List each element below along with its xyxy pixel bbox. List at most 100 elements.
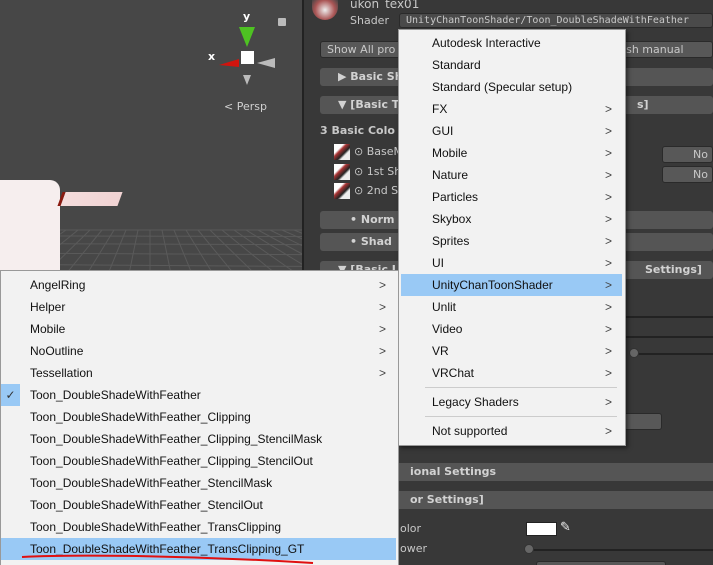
submenu-item[interactable]: Toon_DoubleShadeWithFeather_TransClippin… (1, 516, 396, 538)
unitychantoonshader-submenu: AngelRing > Helper > Mobile > NoOutline > Tessel… (0, 270, 399, 565)
submenu-item-label: Toon_DoubleShadeWithFeather_StencilOut (30, 498, 263, 512)
gizmo-x-label: x (208, 50, 216, 63)
chevron-right-icon: > (604, 344, 612, 358)
menu-item[interactable]: Nature > (401, 164, 622, 186)
menu-item[interactable]: Unlit > (401, 296, 622, 318)
inspector-button[interactable] (536, 561, 666, 565)
submenu-item[interactable]: Toon_DoubleShadeWithFeather_StencilMask (1, 472, 396, 494)
menu-separator (425, 387, 617, 388)
section-label-end: Settings] (645, 263, 702, 276)
color-label: olor (400, 522, 422, 535)
submenu-item[interactable]: Toon_DoubleShadeWithFeather_Clipping_Ste… (1, 450, 396, 472)
checkmark-icon: ✓ (1, 384, 20, 406)
menu-item[interactable]: FX > (401, 98, 622, 120)
base-map-label: ⊙ BaseM (354, 145, 403, 158)
chevron-right-icon: > (378, 300, 386, 314)
slider-track[interactable] (624, 336, 713, 338)
section-label: • Norm (350, 213, 395, 226)
menu-item[interactable]: UI > (401, 252, 622, 274)
section-label: • Shad (350, 235, 392, 248)
orientation-gizmo[interactable] (205, 15, 285, 85)
slider-knob[interactable] (629, 348, 639, 358)
submenu-item[interactable]: Helper > (1, 296, 396, 318)
gizmo-center[interactable] (241, 51, 254, 64)
base-map-thumbnail[interactable] (334, 144, 350, 160)
first-shade-thumbnail[interactable] (334, 164, 350, 180)
neg-x-axis-cone[interactable] (257, 58, 275, 68)
menu-item[interactable]: Standard (Specular setup) (401, 76, 622, 98)
basic-colors-label: 3 Basic Colo (320, 124, 395, 137)
menu-item-label: Nature (432, 168, 469, 182)
chevron-right-icon: > (378, 278, 386, 292)
chevron-right-icon: > (378, 322, 386, 336)
projection-toggle[interactable]: < Persp (224, 100, 267, 113)
eyedropper-icon[interactable]: ✎ (560, 520, 571, 535)
inspector-button[interactable] (622, 413, 662, 430)
chevron-right-icon: > (604, 234, 612, 248)
chevron-right-icon: > (604, 102, 612, 116)
menu-item[interactable]: Video > (401, 318, 622, 340)
menu-item-label: VRChat (432, 366, 475, 380)
menu-item[interactable]: Skybox > (401, 208, 622, 230)
menu-item[interactable]: UnityChanToonShader > (401, 274, 622, 296)
menu-item-not-supported[interactable]: Not supported > (401, 420, 622, 442)
menu-item[interactable]: VR > (401, 340, 622, 362)
chevron-right-icon: > (604, 256, 612, 270)
submenu-item[interactable]: Mobile > (1, 318, 396, 340)
menu-item[interactable]: GUI > (401, 120, 622, 142)
shader-dropdown-menu: Autodesk Interactive Standard Standard (Sp… (398, 29, 626, 446)
color-swatch[interactable] (526, 522, 557, 536)
slider-track[interactable] (634, 353, 713, 355)
menu-item-label: Legacy Shaders (432, 395, 519, 409)
menu-item[interactable]: VRChat > (401, 362, 622, 384)
submenu-item[interactable]: NoOutline > (1, 340, 396, 362)
chevron-right-icon: > (604, 395, 612, 409)
power-label: ower (400, 542, 428, 555)
submenu-item[interactable]: ✓ Toon_DoubleShadeWithFeather (1, 384, 396, 406)
menu-item-label: UI (432, 256, 444, 270)
submenu-item[interactable]: Toon_DoubleShadeWithFeather_Clipping (1, 406, 396, 428)
material-preview-avatar (312, 0, 338, 20)
x-axis-cone[interactable] (219, 59, 239, 67)
submenu-item-label: Tessellation (30, 366, 93, 380)
neg-y-axis-cone[interactable] (243, 75, 251, 85)
menu-item[interactable]: Particles > (401, 186, 622, 208)
menu-item-label: Not supported (432, 424, 508, 438)
chevron-right-icon: > (604, 168, 612, 182)
menu-item[interactable]: Autodesk Interactive (401, 32, 622, 54)
character-hand (57, 192, 123, 206)
submenu-item-label: Toon_DoubleShadeWithFeather_StencilMask (30, 476, 273, 490)
chevron-right-icon: > (604, 124, 612, 138)
menu-item-label: Sprites (432, 234, 470, 248)
menu-item-legacy[interactable]: Legacy Shaders > (401, 391, 622, 413)
power-slider-knob[interactable] (524, 544, 534, 554)
menu-item-label: Standard (432, 58, 481, 72)
power-slider-track[interactable] (529, 549, 713, 551)
shader-dropdown[interactable]: UnityChanToonShader/Toon_DoubleShadeWith… (399, 13, 713, 28)
menu-item[interactable]: Mobile > (401, 142, 622, 164)
slider-track[interactable] (624, 316, 713, 318)
menu-item-label: Unlit (432, 300, 457, 314)
menu-item-label: Standard (Specular setup) (432, 80, 573, 94)
english-manual-button[interactable]: lish manual (613, 41, 713, 58)
submenu-item[interactable]: Toon_DoubleShadeWithFeather_Clipping_Ste… (1, 428, 396, 450)
menu-item-label: Particles (432, 190, 479, 204)
no-sel-button-1[interactable]: No S (662, 146, 713, 163)
submenu-item[interactable]: AngelRing > (1, 274, 396, 296)
second-shade-thumbnail[interactable] (334, 183, 350, 199)
submenu-item[interactable]: Toon_DoubleShadeWithFeather_StencilOut (1, 494, 396, 516)
menu-item-label: FX (432, 102, 448, 116)
submenu-item-label: Toon_DoubleShadeWithFeather_Clipping_Ste… (30, 454, 313, 468)
submenu-item-label: Toon_DoubleShadeWithFeather (30, 388, 201, 402)
menu-item[interactable]: Standard (401, 54, 622, 76)
menu-item[interactable]: Sprites > (401, 230, 622, 252)
shader-label: Shader (350, 14, 389, 27)
label-text: 1st Sh (366, 165, 402, 178)
menu-item-label: Autodesk Interactive (432, 36, 541, 50)
submenu-item-label: Toon_DoubleShadeWithFeather_Clipping_Ste… (30, 432, 323, 446)
y-axis-cone[interactable] (239, 27, 255, 47)
no-sel-button-2[interactable]: No S (662, 166, 713, 183)
submenu-item[interactable]: Tessellation > (1, 362, 396, 384)
character-body (0, 180, 60, 280)
menu-item-label: VR (432, 344, 449, 358)
